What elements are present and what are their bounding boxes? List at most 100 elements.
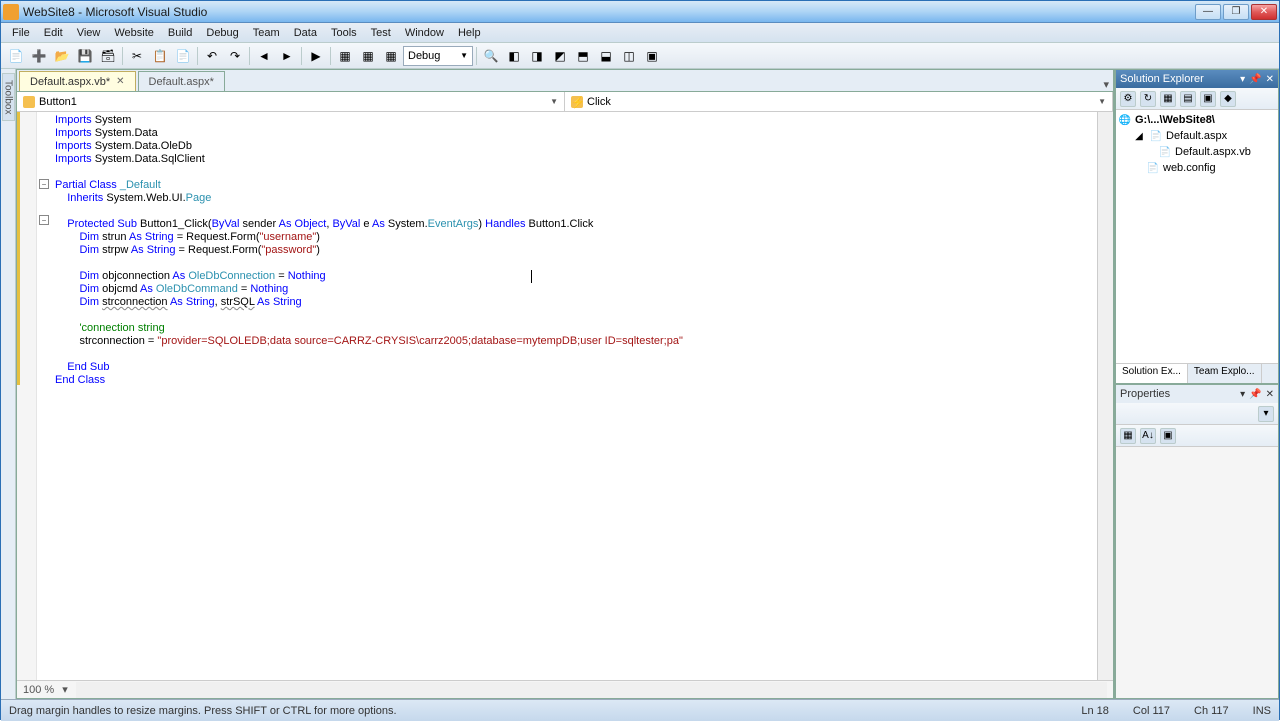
tree-label: Default.aspx.vb [1175, 146, 1251, 158]
status-message: Drag margin handles to resize margins. P… [9, 705, 397, 717]
close-panel-icon[interactable]: ✕ [1266, 74, 1274, 85]
tree-label: web.config [1163, 162, 1216, 174]
panel-title-text: Solution Explorer [1120, 73, 1204, 85]
menu-window[interactable]: Window [398, 25, 451, 41]
close-panel-icon[interactable]: ✕ [1266, 389, 1274, 400]
menu-file[interactable]: File [5, 25, 37, 41]
copy-website-button[interactable]: ▣ [1200, 91, 1216, 107]
collapse-icon[interactable]: ◢ [1132, 129, 1146, 143]
menu-build[interactable]: Build [161, 25, 199, 41]
separator [122, 47, 123, 65]
tab-overflow-button[interactable]: ▾ [1099, 78, 1113, 91]
uncomment-button[interactable]: ▦ [357, 45, 379, 67]
menu-test[interactable]: Test [364, 25, 398, 41]
nav-back-button[interactable]: ◄ [253, 45, 275, 67]
menu-team[interactable]: Team [246, 25, 287, 41]
add-item-button[interactable]: ➕ [28, 45, 50, 67]
tab-default-aspx[interactable]: Default.aspx* [138, 71, 225, 91]
titlebar: WebSite8 - Microsoft Visual Studio — ❐ ✕ [1, 1, 1279, 23]
maximize-button[interactable]: ❐ [1223, 4, 1249, 20]
save-button[interactable]: 💾 [74, 45, 96, 67]
close-button[interactable]: ✕ [1251, 4, 1277, 20]
nest-button[interactable]: ▦ [1160, 91, 1176, 107]
redo-button[interactable]: ↷ [224, 45, 246, 67]
copy-button[interactable]: 📋 [149, 45, 171, 67]
tree-item-default-aspx[interactable]: ◢📄Default.aspx [1118, 128, 1276, 144]
solution-tree: 🌐G:\...\WebSite8\ ◢📄Default.aspx 📄Defaul… [1116, 110, 1278, 363]
properties-sort-toolbar: ▦ A↓ ▣ [1116, 425, 1278, 447]
tab-solution-explorer[interactable]: Solution Ex... [1116, 364, 1188, 383]
tab-team-explorer[interactable]: Team Explo... [1188, 364, 1262, 383]
minimize-button[interactable]: — [1195, 4, 1221, 20]
paste-button[interactable]: 📄 [172, 45, 194, 67]
toolbox-tab[interactable]: Toolbox [2, 73, 15, 121]
dropdown-button[interactable]: ▾ [1258, 406, 1274, 422]
panel-menu-icon[interactable]: ▾ [1240, 389, 1245, 400]
undo-button[interactable]: ↶ [201, 45, 223, 67]
new-project-button[interactable]: 📄 [5, 45, 27, 67]
horizontal-scrollbar[interactable] [76, 682, 1107, 698]
menu-website[interactable]: Website [107, 25, 161, 41]
nav-fwd-button[interactable]: ► [276, 45, 298, 67]
categorized-button[interactable]: ▦ [1120, 428, 1136, 444]
navigation-bar: Button1▼ ⚡Click▼ [17, 92, 1113, 112]
menu-edit[interactable]: Edit [37, 25, 70, 41]
tree-label: Default.aspx [1166, 130, 1227, 142]
menu-help[interactable]: Help [451, 25, 488, 41]
save-all-button[interactable]: 🗃 [97, 45, 119, 67]
app-icon [3, 4, 19, 20]
globe-icon: 🌐 [1118, 113, 1132, 127]
member-value: Click [587, 96, 611, 108]
comment-button[interactable]: ▦ [334, 45, 356, 67]
tb-icon-3[interactable]: ◩ [549, 45, 571, 67]
change-gutter [17, 112, 37, 680]
menu-view[interactable]: View [70, 25, 108, 41]
alphabetical-button[interactable]: A↓ [1140, 428, 1156, 444]
code-body[interactable]: Imports SystemImports System.DataImports… [51, 112, 1097, 680]
tb-icon-2[interactable]: ◨ [526, 45, 548, 67]
chevron-down-icon: ▼ [1098, 97, 1106, 106]
tb-icon-6[interactable]: ◫ [618, 45, 640, 67]
fold-toggle[interactable]: − [39, 215, 49, 225]
menu-data[interactable]: Data [287, 25, 324, 41]
asp-config-button[interactable]: ◆ [1220, 91, 1236, 107]
tab-default-aspx-vb[interactable]: Default.aspx.vb* ✕ [19, 71, 136, 91]
solution-explorer-panel: Solution Explorer ▾ 📌 ✕ ⚙ ↻ ▦ ▤ ▣ ◆ 🌐G:\..… [1115, 69, 1279, 384]
tree-item-default-aspx-vb[interactable]: 📄Default.aspx.vb [1118, 144, 1276, 160]
find-button[interactable]: 🔍 [480, 45, 502, 67]
member-dropdown[interactable]: ⚡Click▼ [565, 92, 1113, 111]
status-col: Col 117 [1133, 705, 1170, 717]
tb-icon-7[interactable]: ▣ [641, 45, 663, 67]
config-value: Debug [408, 50, 440, 62]
panel-menu-icon[interactable]: ▾ [1240, 74, 1245, 85]
vb-icon: 📄 [1158, 145, 1172, 159]
refresh-button[interactable]: ↻ [1140, 91, 1156, 107]
start-debug-button[interactable]: ▶ [305, 45, 327, 67]
menu-tools[interactable]: Tools [324, 25, 364, 41]
properties-button[interactable]: ⚙ [1120, 91, 1136, 107]
step-button[interactable]: ▦ [380, 45, 402, 67]
tree-item-web-config[interactable]: 📄web.config [1118, 160, 1276, 176]
tb-icon-4[interactable]: ⬒ [572, 45, 594, 67]
separator [249, 47, 250, 65]
code-editor[interactable]: − − Imports SystemImports System.DataImp… [17, 112, 1113, 680]
cut-button[interactable]: ✂ [126, 45, 148, 67]
fold-toggle[interactable]: − [39, 179, 49, 189]
class-dropdown[interactable]: Button1▼ [17, 92, 565, 111]
tb-icon-5[interactable]: ⬓ [595, 45, 617, 67]
menu-debug[interactable]: Debug [199, 25, 245, 41]
tree-root[interactable]: 🌐G:\...\WebSite8\ [1118, 112, 1276, 128]
tab-label: Default.aspx.vb* [30, 76, 110, 88]
view-button[interactable]: ▤ [1180, 91, 1196, 107]
tree-label: G:\...\WebSite8\ [1135, 114, 1215, 126]
tb-icon-1[interactable]: ◧ [503, 45, 525, 67]
open-button[interactable]: 📂 [51, 45, 73, 67]
config-combo[interactable]: Debug▼ [403, 46, 473, 66]
zoom-dropdown[interactable]: ▾ [62, 683, 68, 696]
pin-icon[interactable]: 📌 [1249, 389, 1261, 400]
vertical-scrollbar[interactable] [1097, 112, 1113, 680]
menubar: File Edit View Website Build Debug Team … [1, 23, 1279, 43]
close-tab-icon[interactable]: ✕ [116, 76, 124, 87]
pin-icon[interactable]: 📌 [1249, 74, 1261, 85]
property-pages-button[interactable]: ▣ [1160, 428, 1176, 444]
